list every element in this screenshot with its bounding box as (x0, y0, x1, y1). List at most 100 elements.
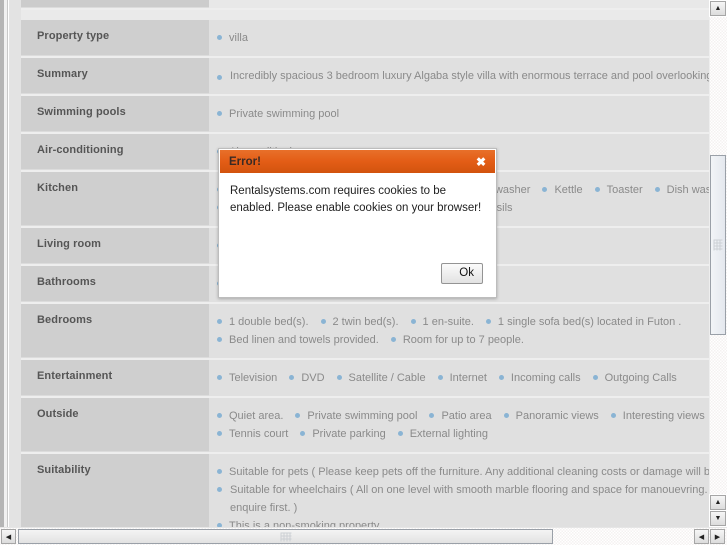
scroll-right-icon[interactable]: ▶ (710, 529, 725, 544)
list-item: Tennis court (217, 425, 288, 443)
list-item: Bed linen and towels provided. (217, 331, 379, 349)
table-row-entertainment: Entertainment Television DVD Satellite / C… (21, 360, 709, 398)
list-item: 2 twin bed(s). (320, 313, 399, 331)
scrollbar-grip-icon (713, 239, 723, 251)
scrollbar-grip-icon (280, 532, 291, 541)
list-item: Suitable for pets ( Please keep pets off… (217, 463, 709, 481)
bullet-icon (336, 374, 342, 380)
list-item: DVD (289, 369, 325, 387)
row-spacer (21, 10, 709, 20)
vertical-scrollbar-thumb[interactable] (710, 155, 726, 335)
bullet-icon (594, 186, 600, 192)
row-value-suitability: Suitable for pets ( Please keep pets off… (209, 454, 709, 528)
list-item: villa (217, 29, 248, 47)
bullet-icon (320, 318, 326, 324)
bullet-icon (390, 336, 396, 342)
bullet-icon (485, 318, 491, 324)
bullet-icon (542, 186, 548, 192)
row-label-bedrooms: Bedrooms (21, 304, 209, 358)
row-label-property-type: Property type (21, 20, 209, 56)
error-dialog-titlebar: Error! ✖ (219, 149, 496, 174)
list-item: 1 double bed(s). (217, 313, 309, 331)
table-row-swimming-pools: Swimming pools Private swimming pool (21, 96, 709, 134)
scroll-down-icon[interactable]: ▼ (710, 511, 726, 526)
row-value-entertainment: Television DVD Satellite / Cable Internet In… (209, 360, 709, 396)
list-item: External lighting (397, 425, 488, 443)
outside-line-2: Tennis court Private parking External ligh… (217, 425, 709, 443)
bedrooms-line-2: Bed linen and towels provided. Room for u… (217, 331, 709, 349)
page-left-edge (0, 0, 4, 528)
bullet-icon (289, 374, 295, 380)
error-dialog-message: Rentalsystems.com requires cookies to be… (230, 185, 482, 214)
bullet-icon (498, 374, 504, 380)
row-label-living-room: Living room (21, 228, 209, 264)
row-value-property-type: villa (209, 20, 709, 56)
list-item: 1 en-suite. (410, 313, 474, 331)
bullet-icon (410, 318, 416, 324)
list-item: Kettle (542, 181, 583, 199)
table-row-bedrooms: Bedrooms 1 double bed(s). 2 twin bed(s). 1… (21, 304, 709, 360)
row-value-bedrooms: 1 double bed(s). 2 twin bed(s). 1 en-suite… (209, 304, 709, 358)
summary-text: Incredibly spacious 3 bedroom luxury Alg… (230, 70, 709, 82)
list-item: Interesting views (610, 407, 705, 425)
bullet-icon (610, 412, 616, 418)
bullet-icon (217, 468, 222, 474)
bullet-icon (217, 412, 222, 418)
bullet-icon (654, 186, 660, 192)
list-item: Internet (437, 369, 487, 387)
row-label-entertainment: Entertainment (21, 360, 209, 396)
page-left-gutter (0, 0, 8, 528)
row-value-swimming-pools: Private swimming pool (209, 96, 709, 132)
bedrooms-line-1: 1 double bed(s). 2 twin bed(s). 1 en-suite… (217, 313, 709, 331)
bullet-icon (217, 374, 222, 380)
list-item: Satellite / Cable (336, 369, 426, 387)
row-label-suitability: Suitability (21, 454, 209, 528)
list-item: Private swimming pool (295, 407, 417, 425)
list-item: Private swimming pool (217, 105, 339, 123)
scroll-left-icon[interactable]: ◀ (1, 529, 16, 544)
table-row-outside: Outside Quiet area. Private swimming pool… (21, 398, 709, 454)
row-value-summary: Incredibly spacious 3 bedroom luxury Alg… (209, 58, 709, 94)
list-item: Toaster (594, 181, 643, 199)
list-item: Outgoing Calls (592, 369, 677, 387)
row-label-kitchen: Kitchen (21, 172, 209, 226)
list-item: Incoming calls (498, 369, 581, 387)
list-item: Quiet area. (217, 407, 283, 425)
list-item: 1 single sofa bed(s) located in Futon . (485, 313, 681, 331)
table-row-property-type: Property type villa (21, 20, 709, 58)
table-row (21, 0, 709, 10)
table-row-summary: Summary Incredibly spacious 3 bedroom lu… (21, 58, 709, 96)
error-dialog-title: Error! (229, 155, 261, 168)
bullet-icon (592, 374, 598, 380)
row-label-air-conditioning: Air-conditioning (21, 134, 209, 170)
bullet-icon (295, 412, 301, 418)
ok-button[interactable]: Ok (441, 263, 483, 284)
bullet-icon (217, 34, 222, 40)
bullet-icon (217, 487, 222, 492)
row-label-swimming-pools: Swimming pools (21, 96, 209, 132)
outside-line-1: Quiet area. Private swimming pool Patio ar… (217, 407, 709, 425)
bullet-icon (397, 430, 403, 436)
scroll-up-secondary-icon[interactable]: ▲ (710, 495, 726, 510)
list-item: Television (217, 369, 277, 387)
scroll-up-icon[interactable]: ▲ (710, 1, 726, 16)
list-item: Patio area (429, 407, 492, 425)
row-value (209, 0, 709, 8)
table-row-suitability: Suitability Suitable for pets ( Please k… (21, 454, 709, 528)
bullet-icon (503, 412, 509, 418)
bullet-icon (217, 75, 222, 80)
row-label (21, 0, 209, 8)
error-dialog: Error! ✖ Rentalsystems.com requires cook… (218, 148, 497, 298)
vertical-scrollbar[interactable]: ▲ ▲ ▼ (709, 0, 727, 528)
list-item: Dish washer (654, 181, 709, 199)
bullet-icon (437, 374, 443, 380)
close-icon[interactable]: ✖ (475, 156, 487, 168)
list-item: Panoramic views (503, 407, 599, 425)
scroll-left-secondary-icon[interactable]: ◀ (694, 529, 709, 544)
horizontal-scrollbar-thumb[interactable] (18, 529, 553, 544)
bullet-icon (217, 430, 222, 436)
list-item: Private parking (300, 425, 386, 443)
row-value-outside: Quiet area. Private swimming pool Patio ar… (209, 398, 709, 452)
horizontal-scrollbar[interactable]: ◀ ◀ ▶ (0, 527, 727, 545)
browser-viewport: Property type villa Summary Incredibly s… (0, 0, 727, 545)
